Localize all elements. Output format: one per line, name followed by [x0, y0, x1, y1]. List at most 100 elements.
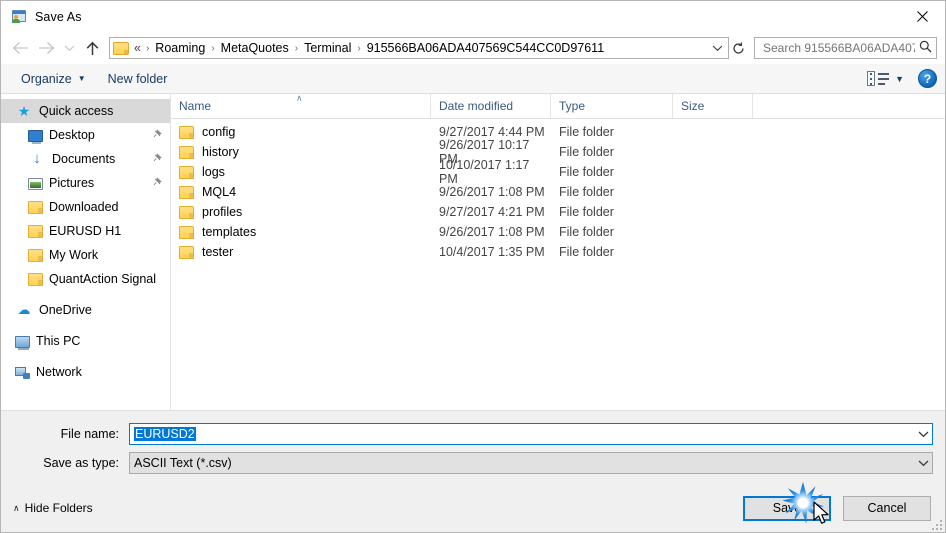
navigation-bar: « › Roaming › MetaQuotes › Terminal › 91… [1, 32, 945, 64]
breadcrumb-item-terminal[interactable]: Terminal [301, 39, 354, 57]
address-bar[interactable]: « › Roaming › MetaQuotes › Terminal › 91… [109, 37, 729, 59]
table-row[interactable]: MQL4 9/26/2017 1:08 PM File folder [171, 182, 945, 202]
column-header-label: Size [681, 99, 705, 113]
file-type-cell: File folder [559, 165, 614, 179]
save-as-icon [11, 9, 27, 25]
chevron-down-icon[interactable] [914, 459, 932, 467]
forward-button[interactable] [33, 35, 59, 61]
save-form: File name: EURUSD2 Save as type: ASCII T… [1, 411, 945, 484]
table-row[interactable]: history 9/26/2017 10:17 PM File folder [171, 138, 945, 166]
dialog-footer: ∧ Hide Folders Save Cancel [1, 484, 945, 532]
folder-icon [28, 249, 43, 262]
file-name: logs [202, 165, 225, 179]
search-input[interactable] [761, 40, 917, 56]
column-header-date-modified[interactable]: Date modified [431, 94, 551, 118]
sidebar-item-label: Documents [52, 152, 116, 166]
folder-icon [179, 205, 194, 219]
file-date-cell: 9/27/2017 4:21 PM [439, 205, 545, 219]
breadcrumb-item-metaquotes[interactable]: MetaQuotes [218, 39, 292, 57]
breadcrumb-separator[interactable]: › [143, 43, 152, 54]
file-name-cell: MQL4 [171, 185, 431, 199]
cloud-icon: ☁ [17, 302, 31, 317]
cancel-button[interactable]: Cancel [843, 495, 931, 521]
sidebar-item-pictures[interactable]: Pictures [1, 171, 170, 195]
sidebar-item-network[interactable]: Network [1, 360, 170, 384]
column-header-label: Date modified [439, 99, 514, 113]
breadcrumb-separator[interactable]: › [354, 43, 363, 54]
new-folder-button[interactable]: New folder [102, 69, 174, 89]
file-type-cell: File folder [559, 205, 614, 219]
folder-icon [179, 185, 194, 199]
computer-icon [15, 336, 30, 350]
sidebar-item-onedrive[interactable]: ☁ OneDrive [1, 298, 170, 322]
file-list-pane: Name ∧ Date modified Type Size config 9/… [171, 93, 945, 410]
sidebar-item-documents[interactable]: ↓ Documents [1, 147, 170, 171]
sidebar-item-label: Network [36, 365, 82, 379]
file-name: profiles [202, 205, 243, 219]
hide-folders-button[interactable]: ∧ Hide Folders [13, 501, 93, 515]
file-name-cell: logs [171, 165, 431, 179]
save-button[interactable]: Save [743, 495, 831, 521]
file-name-cell: templates [171, 225, 431, 239]
network-icon [15, 366, 30, 379]
folder-icon [179, 165, 194, 179]
refresh-icon[interactable] [729, 42, 748, 55]
breadcrumb: « › Roaming › MetaQuotes › Terminal › 91… [133, 39, 709, 57]
search-box[interactable] [754, 37, 937, 59]
breadcrumb-separator[interactable]: › [208, 43, 217, 54]
command-toolbar: Organize ▼ New folder ▼ ? [1, 64, 945, 94]
table-row[interactable]: logs 10/10/2017 1:17 PM File folder [171, 158, 945, 186]
chevron-down-icon[interactable] [914, 430, 932, 438]
pin-icon [152, 152, 162, 166]
breadcrumb-overflow[interactable]: « [133, 39, 143, 57]
breadcrumb-item-terminal-id[interactable]: 915566BA06ADA407569C544CC0D97611 [364, 39, 607, 57]
file-name-text[interactable]: EURUSD2 [130, 427, 914, 441]
desktop-icon [28, 130, 43, 144]
chevron-down-icon: ▼ [77, 73, 86, 83]
chevron-down-icon[interactable] [709, 44, 726, 52]
sidebar-item-label: Pictures [49, 176, 95, 190]
table-row[interactable]: templates 9/26/2017 1:08 PM File folder [171, 222, 945, 242]
table-row[interactable]: profiles 9/27/2017 4:21 PM File folder [171, 202, 945, 222]
table-row[interactable]: config 9/27/2017 4:44 PM File folder [171, 122, 945, 142]
search-icon [919, 40, 932, 56]
sidebar-item-quick-access[interactable]: ★ Quick access [1, 99, 170, 123]
list-view-icon[interactable] [867, 70, 890, 87]
breadcrumb-item-roaming[interactable]: Roaming [152, 39, 208, 57]
column-header-type[interactable]: Type [551, 94, 673, 118]
close-button[interactable] [899, 1, 945, 31]
recent-locations-button[interactable] [59, 35, 79, 61]
sidebar-item-eurusd-h1[interactable]: EURUSD H1 [1, 219, 170, 243]
sidebar-item-desktop[interactable]: Desktop [1, 123, 170, 147]
file-name-field[interactable]: EURUSD2 [129, 423, 933, 445]
file-name-row: File name: EURUSD2 [13, 423, 933, 445]
column-headers: Name ∧ Date modified Type Size [171, 93, 945, 119]
sidebar-item-this-pc[interactable]: This PC [1, 329, 170, 353]
resize-grip[interactable] [930, 518, 942, 530]
sidebar-item-label: EURUSD H1 [49, 224, 122, 238]
table-row[interactable]: tester 10/4/2017 1:35 PM File folder [171, 242, 945, 262]
organize-button[interactable]: Organize ▼ [15, 69, 92, 89]
save-as-type-field[interactable]: ASCII Text (*.csv) [129, 452, 933, 474]
sidebar-item-my-work[interactable]: My Work [1, 243, 170, 267]
breadcrumb-separator[interactable]: › [292, 43, 301, 54]
column-header-name[interactable]: Name ∧ [171, 93, 431, 118]
sidebar-item-downloaded[interactable]: Downloaded [1, 195, 170, 219]
sidebar-item-quantaction-signal[interactable]: QuantAction Signal [1, 267, 170, 291]
window-title: Save As [35, 9, 82, 24]
back-button[interactable] [7, 35, 33, 61]
sidebar-item-label: Downloaded [49, 200, 119, 214]
save-as-dialog: Save As « › Roaming › MetaQuotes › Termi… [0, 0, 946, 533]
folder-icon [113, 41, 129, 55]
view-options-caret-icon[interactable]: ▼ [895, 74, 904, 84]
up-button[interactable] [79, 35, 105, 61]
help-button[interactable]: ? [918, 69, 937, 88]
column-header-filler [753, 94, 945, 118]
pin-icon [152, 176, 162, 190]
save-as-type-label: Save as type: [43, 456, 119, 470]
file-name: tester [202, 245, 234, 259]
folder-icon [28, 225, 43, 238]
column-header-size[interactable]: Size [673, 94, 753, 118]
